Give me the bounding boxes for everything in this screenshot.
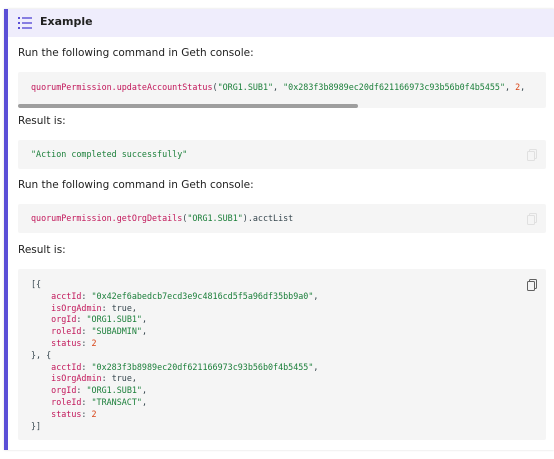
horizontal-scrollbar[interactable] [18, 104, 358, 108]
code-line: }, { [31, 349, 52, 360]
code-block-result-1: "Action completed successfully" [18, 140, 546, 169]
instruction-text: Run the following command in Geth consol… [18, 47, 254, 59]
code-line: quorumPermission.updateAccountStatus("OR… [31, 82, 526, 92]
copy-icon[interactable] [527, 213, 537, 225]
code-line: orgId: "ORG1.SUB1", [31, 385, 147, 396]
code-line: orgId: "ORG1.SUB1", [31, 314, 147, 325]
code-line: "Action completed successfully" [31, 149, 188, 159]
code-line: status: 2 [31, 338, 97, 348]
code-line: isOrgAdmin: true, [31, 302, 137, 313]
code-block-get-org-details: quorumPermission.getOrgDetails("ORG1.SUB… [18, 204, 546, 233]
admonition-title-bar: Example [8, 9, 554, 37]
code-line: [{ [31, 279, 42, 289]
code-block-result-2: [{ acctId: "0x42ef6abedcb7ecd3e9c4816cd5… [18, 269, 546, 440]
code-block-update-status[interactable]: quorumPermission.updateAccountStatus("OR… [18, 72, 546, 108]
code-line: roleId: "SUBADMIN", [31, 326, 147, 337]
result-label: Result is: [18, 244, 66, 256]
result-label: Result is: [18, 115, 66, 127]
admonition-title: Example [40, 15, 93, 28]
code-line: quorumPermission.getOrgDetails("ORG1.SUB… [31, 213, 294, 223]
list-icon [18, 17, 32, 29]
code-line: isOrgAdmin: true, [31, 373, 137, 384]
copy-icon[interactable] [527, 279, 537, 291]
code-line: status: 2 [31, 408, 97, 419]
example-admonition: Example Run the following command in Get… [4, 9, 554, 450]
code-line: acctId: "0x42ef6abedcb7ecd3e9c4816cd5f5a… [31, 290, 319, 301]
instruction-text: Run the following command in Geth consol… [18, 179, 254, 191]
code-line: roleId: "TRANSACT", [31, 397, 147, 407]
code-line: }] [31, 420, 42, 431]
code-line: acctId: "0x283f3b8989ec20df621166973c93b… [31, 361, 319, 372]
copy-icon[interactable] [527, 149, 537, 161]
